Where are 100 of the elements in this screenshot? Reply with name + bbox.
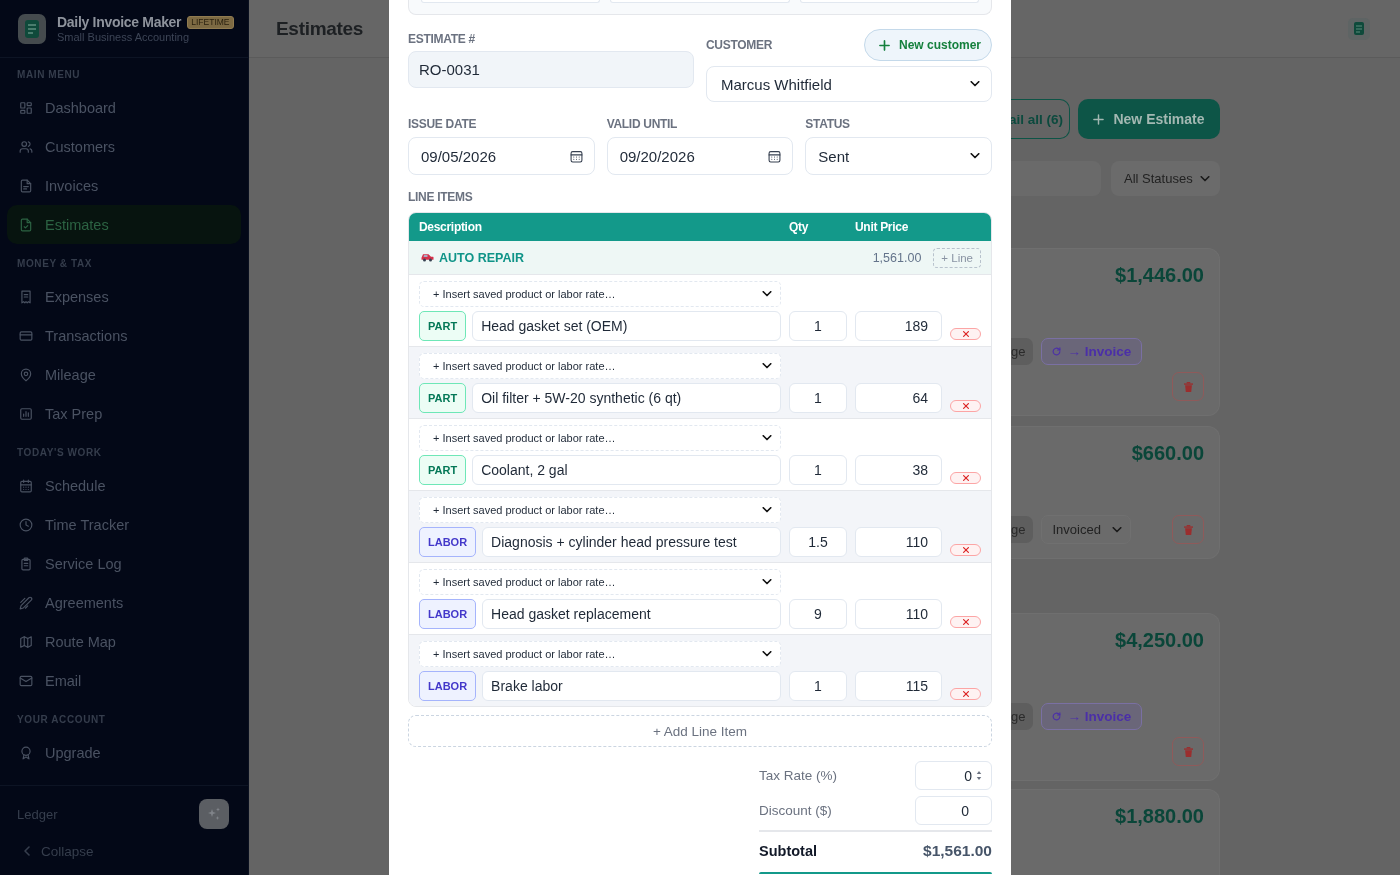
insert-product-select[interactable]: + Insert saved product or labor rate… — [419, 281, 781, 307]
close-icon — [962, 331, 969, 337]
plan-badge: LIFETIME — [187, 15, 234, 29]
app-name: Daily Invoice Maker — [57, 14, 182, 30]
clock-icon — [19, 517, 33, 532]
field-label: VALID UNTIL — [606, 116, 678, 132]
description-field[interactable]: Brake labor — [482, 671, 781, 701]
close-icon — [962, 619, 969, 625]
subtotal-value: $1,561.00 — [923, 842, 992, 860]
quantity-field[interactable]: 1.5 — [789, 527, 847, 557]
map-icon — [19, 634, 33, 649]
chevron-down-icon — [762, 363, 772, 369]
app-tagline: Small Business Accounting — [57, 31, 190, 43]
calendar-icon — [569, 149, 583, 163]
plus-icon — [1093, 113, 1105, 125]
insert-product-select[interactable]: + Insert saved product or labor rate… — [419, 569, 781, 595]
chevron-down-icon — [970, 81, 980, 87]
insert-product-select[interactable]: + Insert saved product or labor rate… — [419, 641, 781, 667]
grid-icon — [19, 100, 33, 115]
car-icon — [421, 253, 434, 262]
quantity-field[interactable]: 1 — [789, 671, 847, 701]
unit-price-field[interactable]: 189 — [855, 311, 942, 341]
unit-price-field[interactable]: 38 — [855, 455, 942, 485]
description-field[interactable]: Head gasket set (OEM) — [472, 311, 781, 341]
column-header: Qty — [789, 220, 809, 234]
app-logo-icon — [1348, 17, 1370, 40]
tax-rate-field[interactable]: 0 — [915, 761, 992, 790]
remove-button[interactable] — [950, 616, 981, 628]
award-icon — [19, 745, 33, 760]
description-field[interactable]: Coolant, 2 gal — [472, 455, 781, 485]
mail-icon — [19, 673, 33, 688]
column-header: Description — [419, 220, 482, 234]
new-estimate-button[interactable]: New Estimate — [1078, 99, 1220, 139]
item-type-tag: PART — [419, 455, 467, 485]
insert-product-select[interactable]: + Insert saved product or labor rate… — [419, 497, 781, 523]
app-logo-icon — [18, 13, 46, 44]
new-customer-button[interactable]: New customer — [863, 29, 992, 61]
receipt-icon — [19, 289, 33, 304]
estimate-number-field[interactable]: RO-0031 — [408, 51, 694, 88]
chevron-down-icon — [762, 579, 772, 585]
clipboard-icon — [19, 556, 33, 571]
description-field[interactable]: Head gasket replacement — [482, 599, 781, 629]
unit-price-field[interactable]: 110 — [855, 599, 942, 629]
item-type-tag: LABOR — [419, 599, 477, 629]
discount-label: Discount ($) — [759, 803, 832, 818]
chevron-down-icon — [762, 507, 772, 513]
refresh-icon — [1052, 347, 1062, 356]
description-field[interactable]: Oil filter + 5W-20 synthetic (6 qt) — [472, 383, 781, 413]
item-type-tag: PART — [419, 311, 467, 341]
date-field[interactable]: 09/20/2026 — [606, 137, 794, 175]
estimate-amount: $1,880.00 — [1115, 804, 1204, 829]
estimate-amount: $660.00 — [1131, 441, 1204, 466]
bar-chart-icon — [19, 406, 33, 421]
status-select[interactable]: Sent — [805, 137, 992, 175]
add-line-item-button[interactable]: + Add Line Item — [408, 715, 992, 747]
quantity-field[interactable]: 9 — [789, 599, 847, 629]
sparkle-button[interactable] — [199, 799, 229, 829]
chevron-left-icon — [24, 846, 30, 856]
sparkle-icon — [207, 807, 221, 821]
document-icon — [19, 178, 33, 193]
refresh-icon — [1052, 712, 1062, 721]
map-pin-icon — [19, 367, 33, 382]
search-field[interactable] — [1011, 161, 1101, 196]
stepper-icon — [976, 770, 982, 781]
category-name: AUTO REPAIR — [439, 250, 524, 265]
calendar-icon — [768, 149, 782, 163]
trash-icon — [1183, 381, 1193, 392]
unit-price-field[interactable]: 64 — [855, 383, 942, 413]
column-header: Unit Price — [855, 220, 909, 234]
remove-button[interactable] — [950, 328, 981, 340]
remove-button[interactable] — [950, 688, 981, 700]
quantity-field[interactable]: 1 — [789, 455, 847, 485]
close-icon — [962, 547, 969, 553]
remove-button[interactable] — [950, 400, 981, 412]
customer-select[interactable]: Marcus Whitfield — [706, 66, 992, 102]
calendar-icon — [19, 478, 33, 493]
item-type-tag: LABOR — [419, 527, 477, 557]
remove-button[interactable] — [950, 472, 981, 484]
description-field[interactable]: Diagnosis + cylinder head pressure test — [482, 527, 781, 557]
field-label: STATUS — [805, 116, 850, 132]
estimate-amount: $4,250.00 — [1115, 628, 1204, 653]
chevron-down-icon — [970, 153, 980, 159]
unit-price-field[interactable]: 115 — [855, 671, 942, 701]
estimate-amount: $1,446.00 — [1115, 263, 1204, 288]
insert-product-select[interactable]: + Insert saved product or labor rate… — [419, 425, 781, 451]
remove-button[interactable] — [950, 544, 981, 556]
item-type-tag: PART — [419, 383, 467, 413]
category-total: 1,561.00 — [872, 250, 922, 265]
discount-field[interactable]: 0 — [915, 796, 992, 825]
plus-icon — [878, 39, 890, 51]
insert-product-select[interactable]: + Insert saved product or labor rate… — [419, 353, 781, 379]
close-icon — [962, 403, 969, 409]
date-field[interactable]: 09/05/2026 — [408, 137, 595, 175]
quantity-field[interactable]: 1 — [789, 311, 847, 341]
unit-price-field[interactable]: 110 — [855, 527, 942, 557]
chevron-down-icon — [762, 435, 772, 441]
field-label: ESTIMATE # — [408, 31, 475, 47]
people-icon — [19, 139, 33, 154]
quantity-field[interactable]: 1 — [789, 383, 847, 413]
close-icon — [962, 691, 969, 697]
